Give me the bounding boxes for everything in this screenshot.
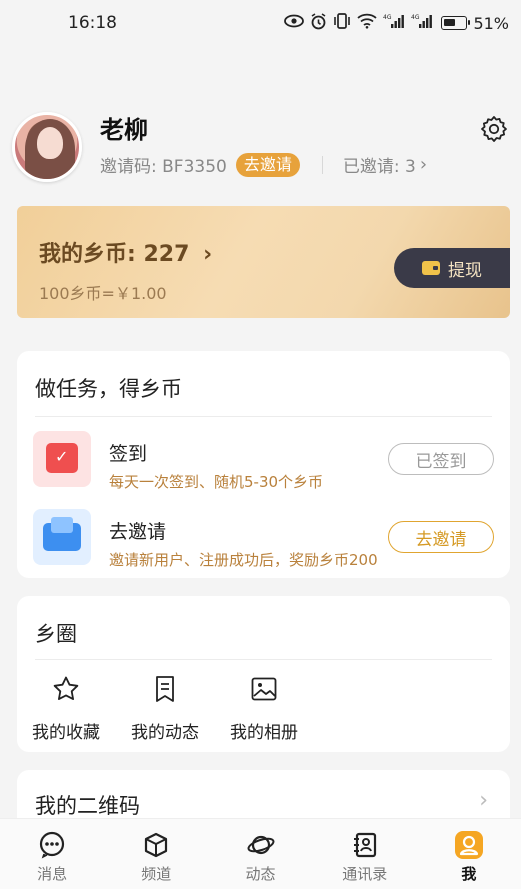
avatar[interactable] xyxy=(12,112,82,182)
username: 老柳 xyxy=(100,116,148,144)
coin-balance[interactable]: 我的乡币: 227 › xyxy=(39,236,212,268)
eye-icon xyxy=(284,14,305,32)
divider xyxy=(35,659,492,660)
qr-code-title: 我的二维码 xyxy=(35,794,140,818)
tab-label: 通讯录 xyxy=(342,865,388,883)
invite-code: 邀请码: BF3350 xyxy=(100,157,227,177)
task-card: 做任务，得乡币 签到 每天一次签到、随机5-30个乡币 已签到 去邀请 邀请新用… xyxy=(17,351,510,578)
gear-icon[interactable] xyxy=(479,114,509,144)
bottom-tab-bar: 消息 频道 动态 通讯录 我 xyxy=(0,818,521,889)
coin-balance-text: 我的乡币: 227 xyxy=(39,242,190,267)
vibrate-icon xyxy=(333,13,351,33)
chevron-right-icon[interactable]: › xyxy=(420,154,427,175)
checked-in-button[interactable]: 已签到 xyxy=(388,443,494,475)
task-desc: 每天一次签到、随机5-30个乡币 xyxy=(109,473,324,491)
status-time: 16:18 xyxy=(68,13,117,33)
my-posts[interactable]: 我的动态 xyxy=(123,674,207,743)
avatar-face xyxy=(37,127,63,159)
withdraw-label: 提现 xyxy=(448,260,482,281)
signal-icon: 4G xyxy=(383,13,405,33)
calendar-check-icon xyxy=(33,431,91,487)
svg-text:4G: 4G xyxy=(411,14,420,21)
wallet-icon xyxy=(422,261,440,275)
tab-moments[interactable]: 动态 xyxy=(208,819,312,889)
chevron-right-icon: › xyxy=(203,242,213,267)
battery-level: 51% xyxy=(473,13,509,33)
tab-messages[interactable]: 消息 xyxy=(0,819,104,889)
signal-icon-2: 4G xyxy=(411,13,433,33)
tab-me[interactable]: 我 xyxy=(417,819,521,889)
circle-card-title: 乡圈 xyxy=(35,622,77,646)
coin-card[interactable]: 我的乡币: 227 › 100乡币=￥1.00 提现 xyxy=(17,206,510,318)
mail-invite-icon xyxy=(33,509,91,565)
invite-line: 邀请码: BF3350 去邀请 已邀请: 3 › xyxy=(100,152,427,177)
withdraw-button[interactable]: 提现 xyxy=(394,248,510,288)
star-icon xyxy=(51,674,81,704)
document-icon xyxy=(150,674,180,704)
my-favorites-label: 我的收藏 xyxy=(32,723,100,743)
divider xyxy=(321,155,323,174)
planet-icon xyxy=(247,831,275,859)
divider xyxy=(35,416,492,417)
battery-icon xyxy=(441,16,471,30)
profile-header: 老柳 邀请码: BF3350 去邀请 已邀请: 3 › xyxy=(12,110,509,182)
my-album-label: 我的相册 xyxy=(230,723,298,743)
contacts-icon xyxy=(351,831,379,859)
cube-icon xyxy=(142,831,170,859)
task-row-checkin: 签到 每天一次签到、随机5-30个乡币 已签到 xyxy=(33,431,494,491)
task-name: 去邀请 xyxy=(109,521,167,543)
task-row-invite: 去邀请 邀请新用户、注册成功后，奖励乡币200 去邀请 xyxy=(33,509,494,569)
tab-contacts[interactable]: 通讯录 xyxy=(313,819,417,889)
my-posts-label: 我的动态 xyxy=(131,723,199,743)
tab-label: 频道 xyxy=(141,865,172,883)
tab-label: 消息 xyxy=(37,865,68,883)
circle-card: 乡圈 我的收藏 我的动态 我的相册 xyxy=(17,596,510,752)
tab-label: 动态 xyxy=(245,865,276,883)
go-invite-button[interactable]: 去邀请 xyxy=(388,521,494,553)
image-icon xyxy=(249,674,279,704)
chevron-right-icon: › xyxy=(479,788,488,813)
task-name: 签到 xyxy=(109,443,148,465)
tab-channels[interactable]: 频道 xyxy=(104,819,208,889)
my-album[interactable]: 我的相册 xyxy=(222,674,306,743)
tab-label: 我 xyxy=(461,865,477,883)
status-bar: 16:18 4G 4G 51% xyxy=(0,0,521,46)
chat-icon xyxy=(38,831,66,859)
invited-count[interactable]: 已邀请: 3 xyxy=(343,152,416,177)
task-desc: 邀请新用户、注册成功后，奖励乡币200 xyxy=(109,551,378,569)
task-card-title: 做任务，得乡币 xyxy=(35,377,182,401)
invite-pill-button[interactable]: 去邀请 xyxy=(235,152,300,177)
wifi-icon xyxy=(357,13,378,33)
my-favorites[interactable]: 我的收藏 xyxy=(24,674,108,743)
svg-text:4G: 4G xyxy=(383,14,392,21)
alarm-icon xyxy=(310,12,327,34)
status-icons: 4G 4G 51% xyxy=(284,12,509,34)
coin-rate: 100乡币=￥1.00 xyxy=(39,284,167,303)
user-icon xyxy=(454,831,483,859)
